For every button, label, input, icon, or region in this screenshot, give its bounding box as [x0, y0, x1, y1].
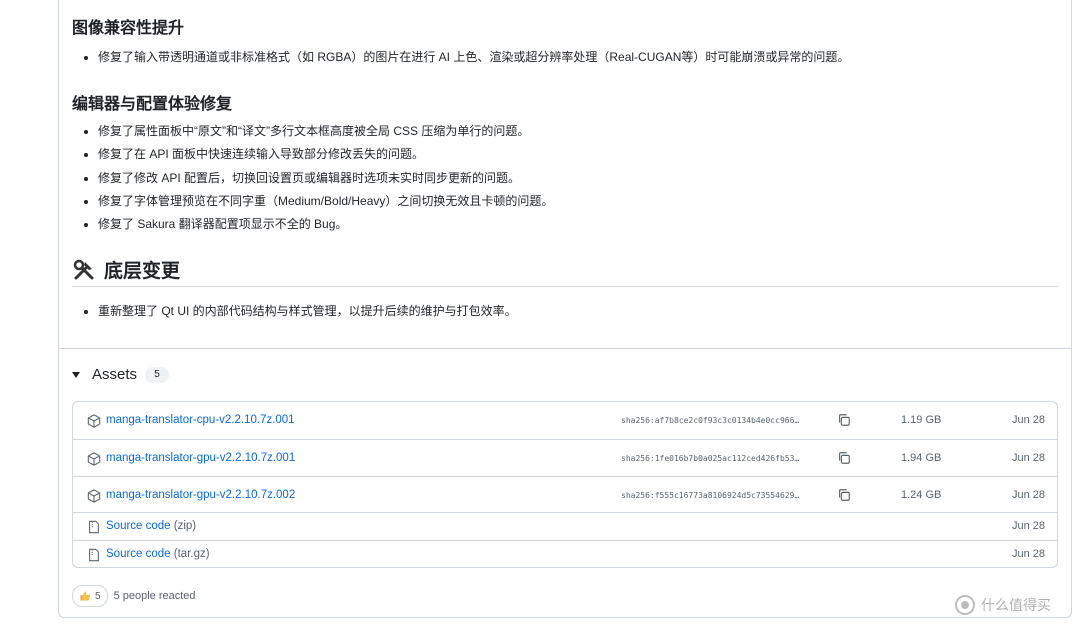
- reaction-thumbs-up-button[interactable]: 5: [72, 585, 108, 607]
- tools-icon: [73, 259, 94, 279]
- asset-link[interactable]: Source code (tar.gz): [106, 548, 210, 560]
- assets-divider: [59, 348, 1071, 349]
- asset-name: Source code: [106, 548, 171, 560]
- asset-row: manga-translator-gpu-v2.2.10.7z.001 sha2…: [73, 439, 1057, 476]
- asset-link[interactable]: manga-translator-gpu-v2.2.10.7z.002: [106, 489, 295, 501]
- package-icon: [87, 489, 101, 503]
- asset-size: 1.19 GB: [901, 414, 942, 426]
- asset-date: Jun 28: [1011, 414, 1045, 426]
- lowlevel-notes: 重新整理了 Qt UI 的内部代码结构与样式管理，以提升后续的维护与打包效率。: [80, 300, 517, 323]
- asset-link[interactable]: manga-translator-gpu-v2.2.10.7z.001: [106, 452, 295, 464]
- reactions-bar: 5 5 people reacted: [72, 585, 196, 607]
- asset-name: manga-translator-cpu-v2.2.10.7z.001: [106, 414, 295, 426]
- asset-size: 1.24 GB: [901, 489, 942, 501]
- assets-header[interactable]: Assets 5: [72, 366, 170, 383]
- copy-icon[interactable]: [837, 451, 851, 465]
- copy-icon[interactable]: [837, 488, 851, 502]
- divider: [72, 286, 1058, 287]
- compat-notes: 修复了输入带透明通道或非标准格式（如 RGBA）的图片在进行 AI 上色、渲染或…: [80, 46, 849, 69]
- heading-image-compat: 图像兼容性提升: [72, 20, 185, 37]
- list-item: 修复了在 API 面板中快速连续输入导致部分修改丢失的问题。: [98, 143, 553, 166]
- list-item: 修复了字体管理预览在不同字重（Medium/Bold/Heavy）之间切换无效且…: [98, 190, 553, 213]
- file-zip-icon: [89, 520, 99, 534]
- assets-label[interactable]: Assets: [92, 366, 137, 383]
- list-item: 修复了输入带透明通道或非标准格式（如 RGBA）的图片在进行 AI 上色、渲染或…: [98, 46, 849, 69]
- asset-date: Jun 28: [1011, 548, 1045, 560]
- asset-link[interactable]: Source code (zip): [106, 520, 196, 532]
- watermark: 什么值得买: [955, 595, 1051, 615]
- asset-sha: sha256:f555c16773a8106924d5c73554629…: [621, 491, 800, 500]
- smzdm-logo-icon: [955, 595, 975, 615]
- list-item: 修复了 Sakura 翻译器配置项显示不全的 Bug。: [98, 213, 553, 236]
- triangle-down-icon[interactable]: [72, 371, 80, 378]
- asset-sha: sha256:af7b8ce2c0f93c3c0134b4e0cc966…: [621, 416, 800, 425]
- heading-lowlevel: 底层变更: [72, 256, 180, 283]
- package-icon: [87, 452, 101, 466]
- asset-row: Source code (zip) Jun 28: [73, 512, 1057, 540]
- asset-date: Jun 28: [1011, 489, 1045, 501]
- asset-size: 1.94 GB: [901, 452, 942, 464]
- package-icon: [87, 414, 101, 428]
- assets-list: manga-translator-cpu-v2.2.10.7z.001 sha2…: [72, 401, 1058, 568]
- file-zip-icon: [89, 548, 99, 562]
- heading-lowlevel-text: 底层变更: [104, 261, 181, 282]
- list-item: 修复了属性面板中“原文”和“译文”多行文本框高度被全局 CSS 压缩为单行的问题…: [98, 120, 553, 143]
- asset-name: manga-translator-gpu-v2.2.10.7z.002: [106, 489, 296, 501]
- editor-notes: 修复了属性面板中“原文”和“译文”多行文本框高度被全局 CSS 压缩为单行的问题…: [80, 120, 553, 236]
- asset-date: Jun 28: [1011, 520, 1045, 532]
- watermark-text: 什么值得买: [981, 597, 1051, 613]
- asset-link[interactable]: manga-translator-cpu-v2.2.10.7z.001: [106, 414, 295, 426]
- thumbs-up-icon: [80, 591, 91, 601]
- asset-date: Jun 28: [1011, 452, 1045, 464]
- asset-name: manga-translator-gpu-v2.2.10.7z.001: [106, 452, 296, 464]
- list-item: 重新整理了 Qt UI 的内部代码结构与样式管理，以提升后续的维护与打包效率。: [98, 300, 517, 323]
- asset-name: Source code: [106, 520, 171, 532]
- asset-row: manga-translator-gpu-v2.2.10.7z.002 sha2…: [73, 476, 1057, 512]
- asset-sub: (zip): [173, 520, 197, 532]
- asset-row: Source code (tar.gz) Jun 28: [73, 540, 1057, 567]
- copy-icon[interactable]: [837, 413, 851, 427]
- asset-sub: (tar.gz): [173, 548, 210, 560]
- asset-row: manga-translator-cpu-v2.2.10.7z.001 sha2…: [73, 402, 1057, 439]
- heading-editor-fixes: 编辑器与配置体验修复: [72, 96, 233, 113]
- list-item: 修复了修改 API 配置后，切换回设置页或编辑器时选项未实时同步更新的问题。: [98, 167, 553, 190]
- reaction-summary: 5 people reacted: [113, 590, 196, 602]
- asset-sha: sha256:1fe016b7b0a025ac112ced426fb53…: [621, 454, 800, 463]
- reaction-count: 5: [95, 590, 101, 602]
- assets-count-badge: 5: [145, 366, 170, 383]
